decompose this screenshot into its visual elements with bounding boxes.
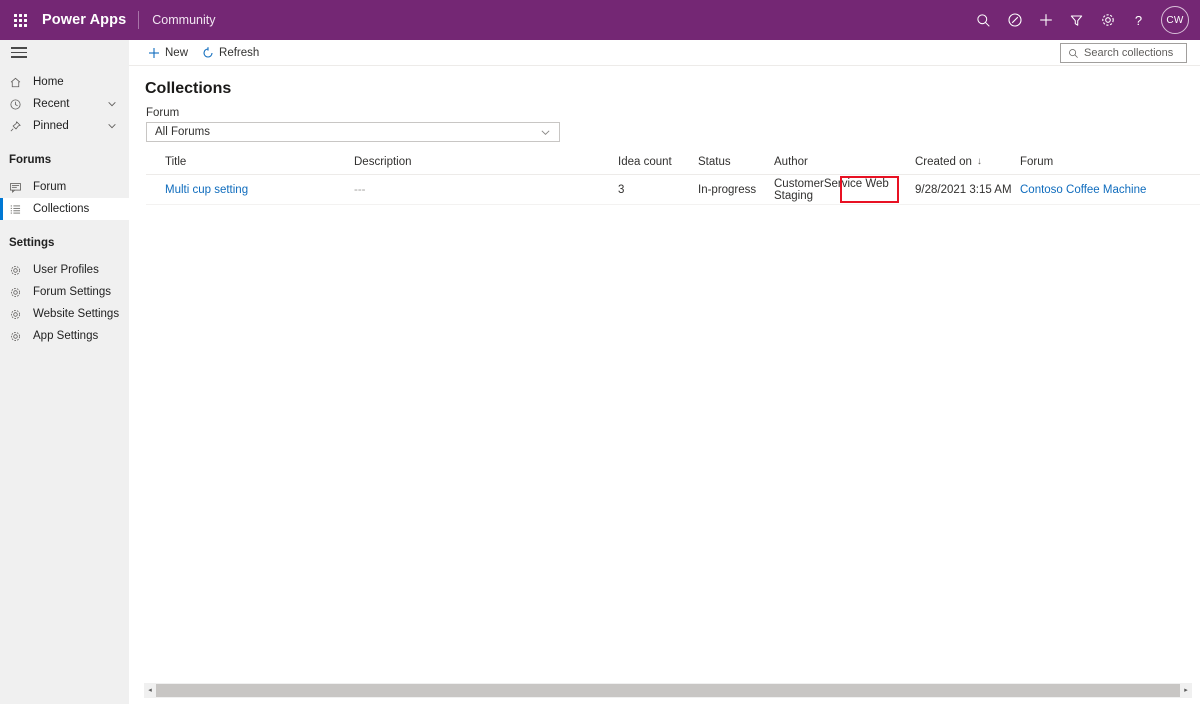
cell-description: --- [354, 183, 366, 196]
sidebar-group-forums: Forums [9, 153, 52, 166]
sidebar-item-home[interactable]: Home [0, 71, 129, 93]
gear-icon [9, 264, 29, 277]
sidebar-item-label: App Settings [33, 330, 99, 342]
app-header: Power Apps Community ? CW [0, 0, 1200, 40]
chevron-down-icon[interactable] [107, 121, 129, 131]
sidebar-item-label: Home [33, 76, 64, 88]
avatar[interactable]: CW [1161, 6, 1189, 34]
column-header-created-on-label: Created on [915, 155, 972, 168]
search-placeholder: Search collections [1084, 47, 1174, 59]
cell-author: CustomerService Web Staging [774, 177, 889, 202]
main-content: Collections Forum All Forums Title Descr… [129, 66, 1200, 680]
column-header-idea-count[interactable]: Idea count [614, 156, 694, 168]
hamburger-icon[interactable] [0, 40, 129, 65]
sidebar: Home Recent Pinned Forums Forum Collecti… [0, 40, 129, 704]
sidebar-item-label: Forum [33, 181, 67, 193]
waffle-icon[interactable] [0, 0, 40, 40]
collections-icon [9, 203, 29, 216]
help-glyph: ? [1134, 12, 1143, 28]
cell-forum: Contoso Coffee Machine [1016, 184, 1196, 196]
home-icon [9, 76, 29, 89]
cell-status: In-progress [698, 183, 757, 196]
environment-icon[interactable] [999, 0, 1030, 40]
sidebar-item-collections[interactable]: Collections [0, 198, 129, 220]
search-collections-input[interactable]: Search collections [1060, 43, 1187, 63]
header-actions: ? CW [968, 0, 1200, 40]
column-header-created-on[interactable]: Created on ↓ [911, 156, 1016, 168]
scroll-left-arrow-icon[interactable]: ◂ [144, 683, 156, 698]
clock-icon [9, 98, 29, 111]
sidebar-item-forum-settings[interactable]: Forum Settings [0, 281, 129, 303]
gear-icon [9, 286, 29, 299]
gear-icon [9, 308, 29, 321]
search-icon [1068, 48, 1079, 59]
scrollbar-track[interactable] [156, 683, 1180, 698]
scroll-left-glyph: ◂ [148, 687, 152, 694]
refresh-button-label: Refresh [219, 46, 260, 59]
plus-icon[interactable] [1030, 0, 1061, 40]
refresh-button[interactable]: Refresh [195, 40, 266, 66]
sidebar-item-user-profiles[interactable]: User Profiles [0, 259, 129, 281]
sidebar-item-website-settings[interactable]: Website Settings [0, 303, 129, 325]
sidebar-item-forum[interactable]: Forum [0, 176, 129, 198]
new-button[interactable]: New [141, 40, 195, 66]
sidebar-item-label: Website Settings [33, 308, 120, 320]
sidebar-item-label: Recent [33, 98, 70, 110]
chevron-down-icon[interactable] [107, 99, 129, 109]
filter-icon[interactable] [1061, 0, 1092, 40]
cell-title: Multi cup setting [146, 184, 350, 196]
table-row[interactable]: Multi cup setting --- 3 In-progress Cust… [146, 175, 1200, 205]
forum-link[interactable]: Contoso Coffee Machine [1020, 184, 1146, 196]
pin-icon [9, 120, 29, 133]
column-header-description[interactable]: Description [350, 156, 614, 168]
sidebar-item-pinned[interactable]: Pinned [0, 115, 129, 137]
sidebar-item-app-settings[interactable]: App Settings [0, 325, 129, 347]
forum-icon [9, 181, 29, 194]
gear-icon[interactable] [1092, 0, 1123, 40]
hamburger-bars [11, 47, 27, 58]
forum-filter-value: All Forums [155, 126, 210, 138]
gear-icon [9, 330, 29, 343]
collection-title-link[interactable]: Multi cup setting [165, 184, 248, 196]
sidebar-group-settings: Settings [9, 236, 55, 249]
brand-title[interactable]: Power Apps [40, 12, 138, 28]
table-header-row: Title Description Idea count Status Auth… [146, 149, 1200, 175]
scroll-right-arrow-icon[interactable]: ▸ [1180, 683, 1192, 698]
horizontal-scrollbar[interactable]: ◂ ▸ [144, 683, 1192, 698]
column-header-title[interactable]: Title [146, 156, 350, 168]
column-header-author[interactable]: Author [770, 156, 911, 168]
collections-table: Title Description Idea count Status Auth… [146, 149, 1200, 205]
forum-filter-dropdown[interactable]: All Forums [146, 122, 560, 142]
sidebar-item-label: Pinned [33, 120, 69, 132]
command-bar: New Refresh Search collections [129, 40, 1200, 66]
page-title: Collections [145, 80, 232, 97]
waffle-grid [13, 13, 27, 27]
column-header-forum[interactable]: Forum [1016, 156, 1196, 168]
refresh-icon [202, 46, 214, 59]
forum-filter-label: Forum [146, 107, 180, 119]
help-icon[interactable]: ? [1123, 0, 1154, 40]
sidebar-item-recent[interactable]: Recent [0, 93, 129, 115]
plus-icon [148, 47, 160, 59]
column-header-status[interactable]: Status [694, 156, 770, 168]
search-icon[interactable] [968, 0, 999, 40]
sidebar-item-label: Collections [33, 203, 90, 215]
sort-descending-icon: ↓ [976, 156, 982, 167]
cell-idea-count: 3 [618, 183, 625, 196]
app-name[interactable]: Community [139, 13, 215, 27]
scroll-right-glyph: ▸ [1184, 687, 1188, 694]
cell-created-on: 9/28/2021 3:15 AM [915, 183, 1012, 196]
new-button-label: New [165, 46, 189, 59]
sidebar-item-label: User Profiles [33, 264, 99, 276]
scrollbar-thumb[interactable] [156, 684, 1180, 697]
sidebar-item-label: Forum Settings [33, 286, 111, 298]
chevron-down-icon[interactable] [540, 127, 551, 138]
